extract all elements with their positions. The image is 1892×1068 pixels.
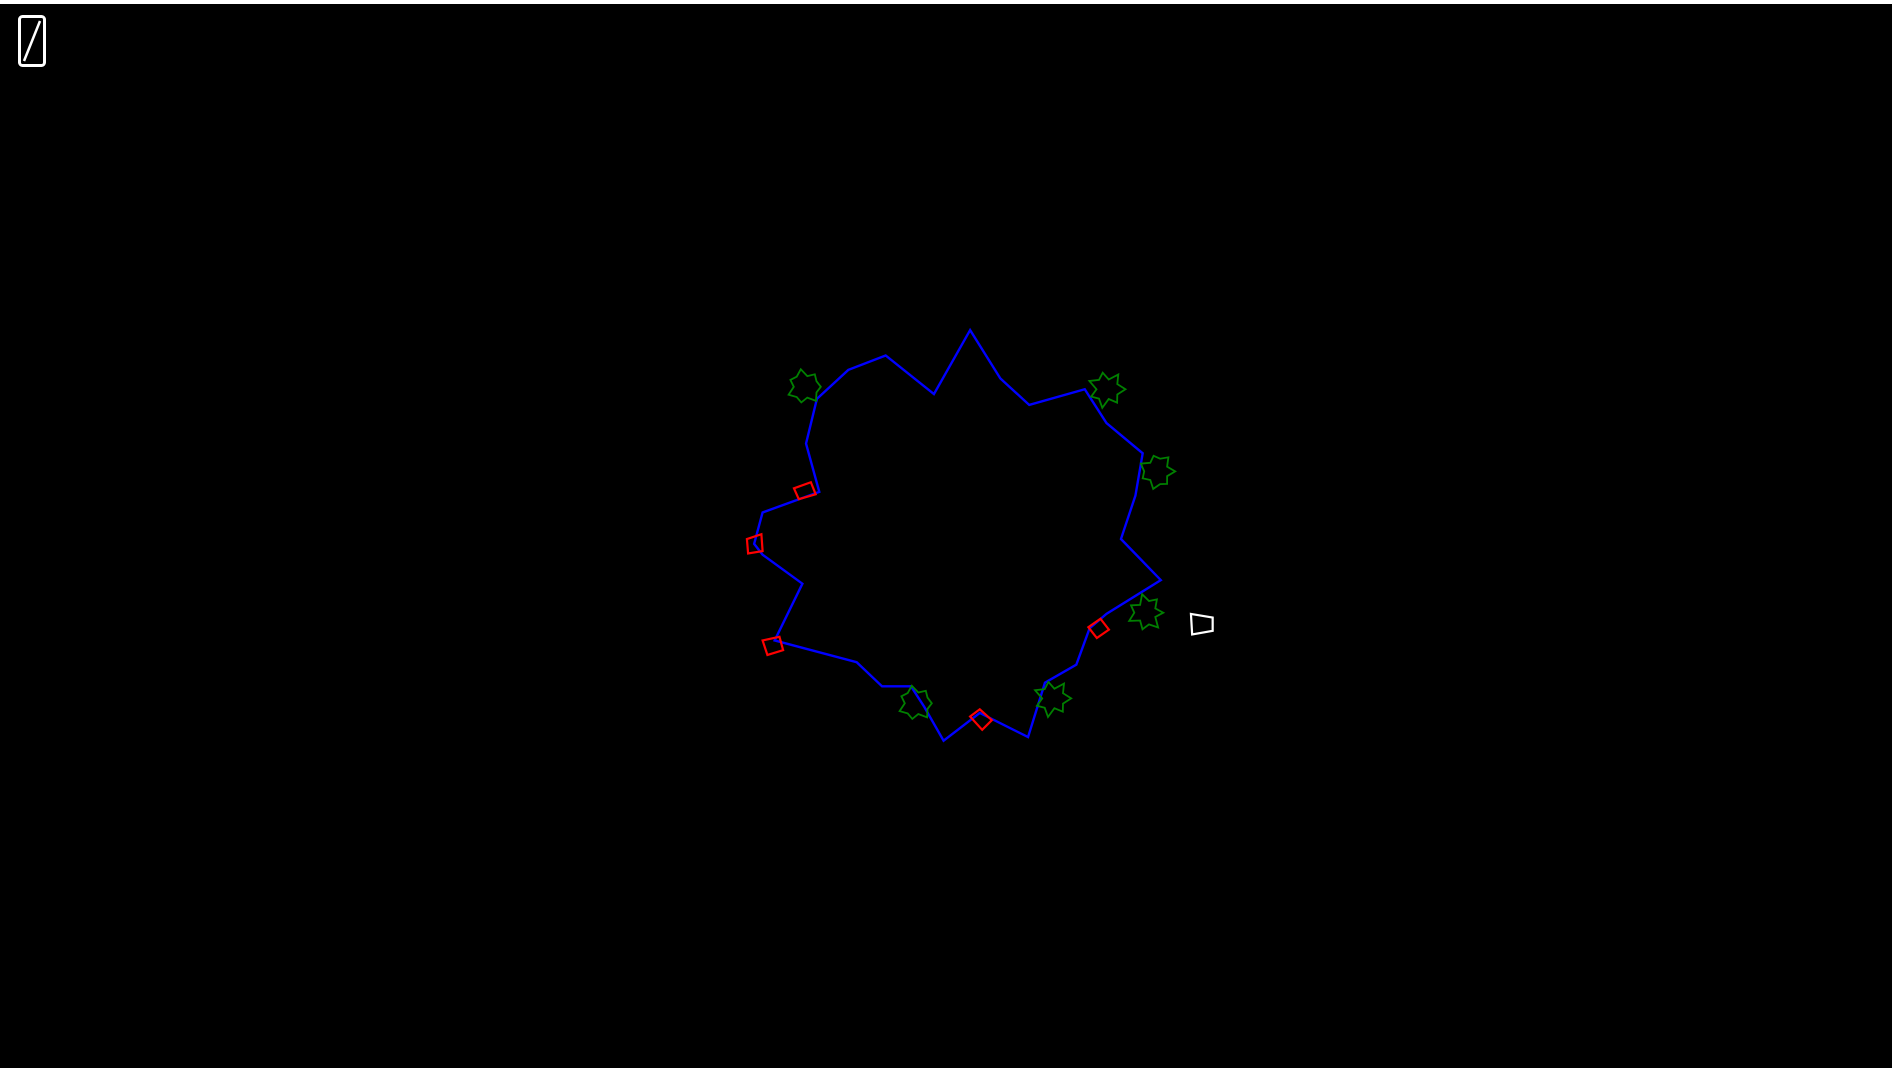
- planet-surface: [752, 327, 1163, 743]
- player-ship[interactable]: [1189, 612, 1214, 636]
- tree-icon: [1127, 592, 1166, 631]
- fuel-gauge-icon: [18, 15, 46, 67]
- tree-icon: [787, 367, 822, 404]
- tree-icon: [1087, 371, 1128, 410]
- game-screen[interactable]: [0, 4, 1892, 1068]
- player-ship-icon: [1189, 612, 1214, 636]
- tree-icon: [1033, 680, 1073, 719]
- tree-icon: [898, 684, 933, 721]
- turret-icon: [792, 480, 818, 501]
- game-canvas[interactable]: [0, 4, 1892, 1068]
- trees-group: [787, 367, 1177, 721]
- planet: [752, 327, 1163, 743]
- turrets-group: [745, 480, 1111, 732]
- turret-icon: [761, 635, 785, 657]
- fuel-gauge-needle: [22, 20, 42, 62]
- tree-icon: [1139, 454, 1177, 491]
